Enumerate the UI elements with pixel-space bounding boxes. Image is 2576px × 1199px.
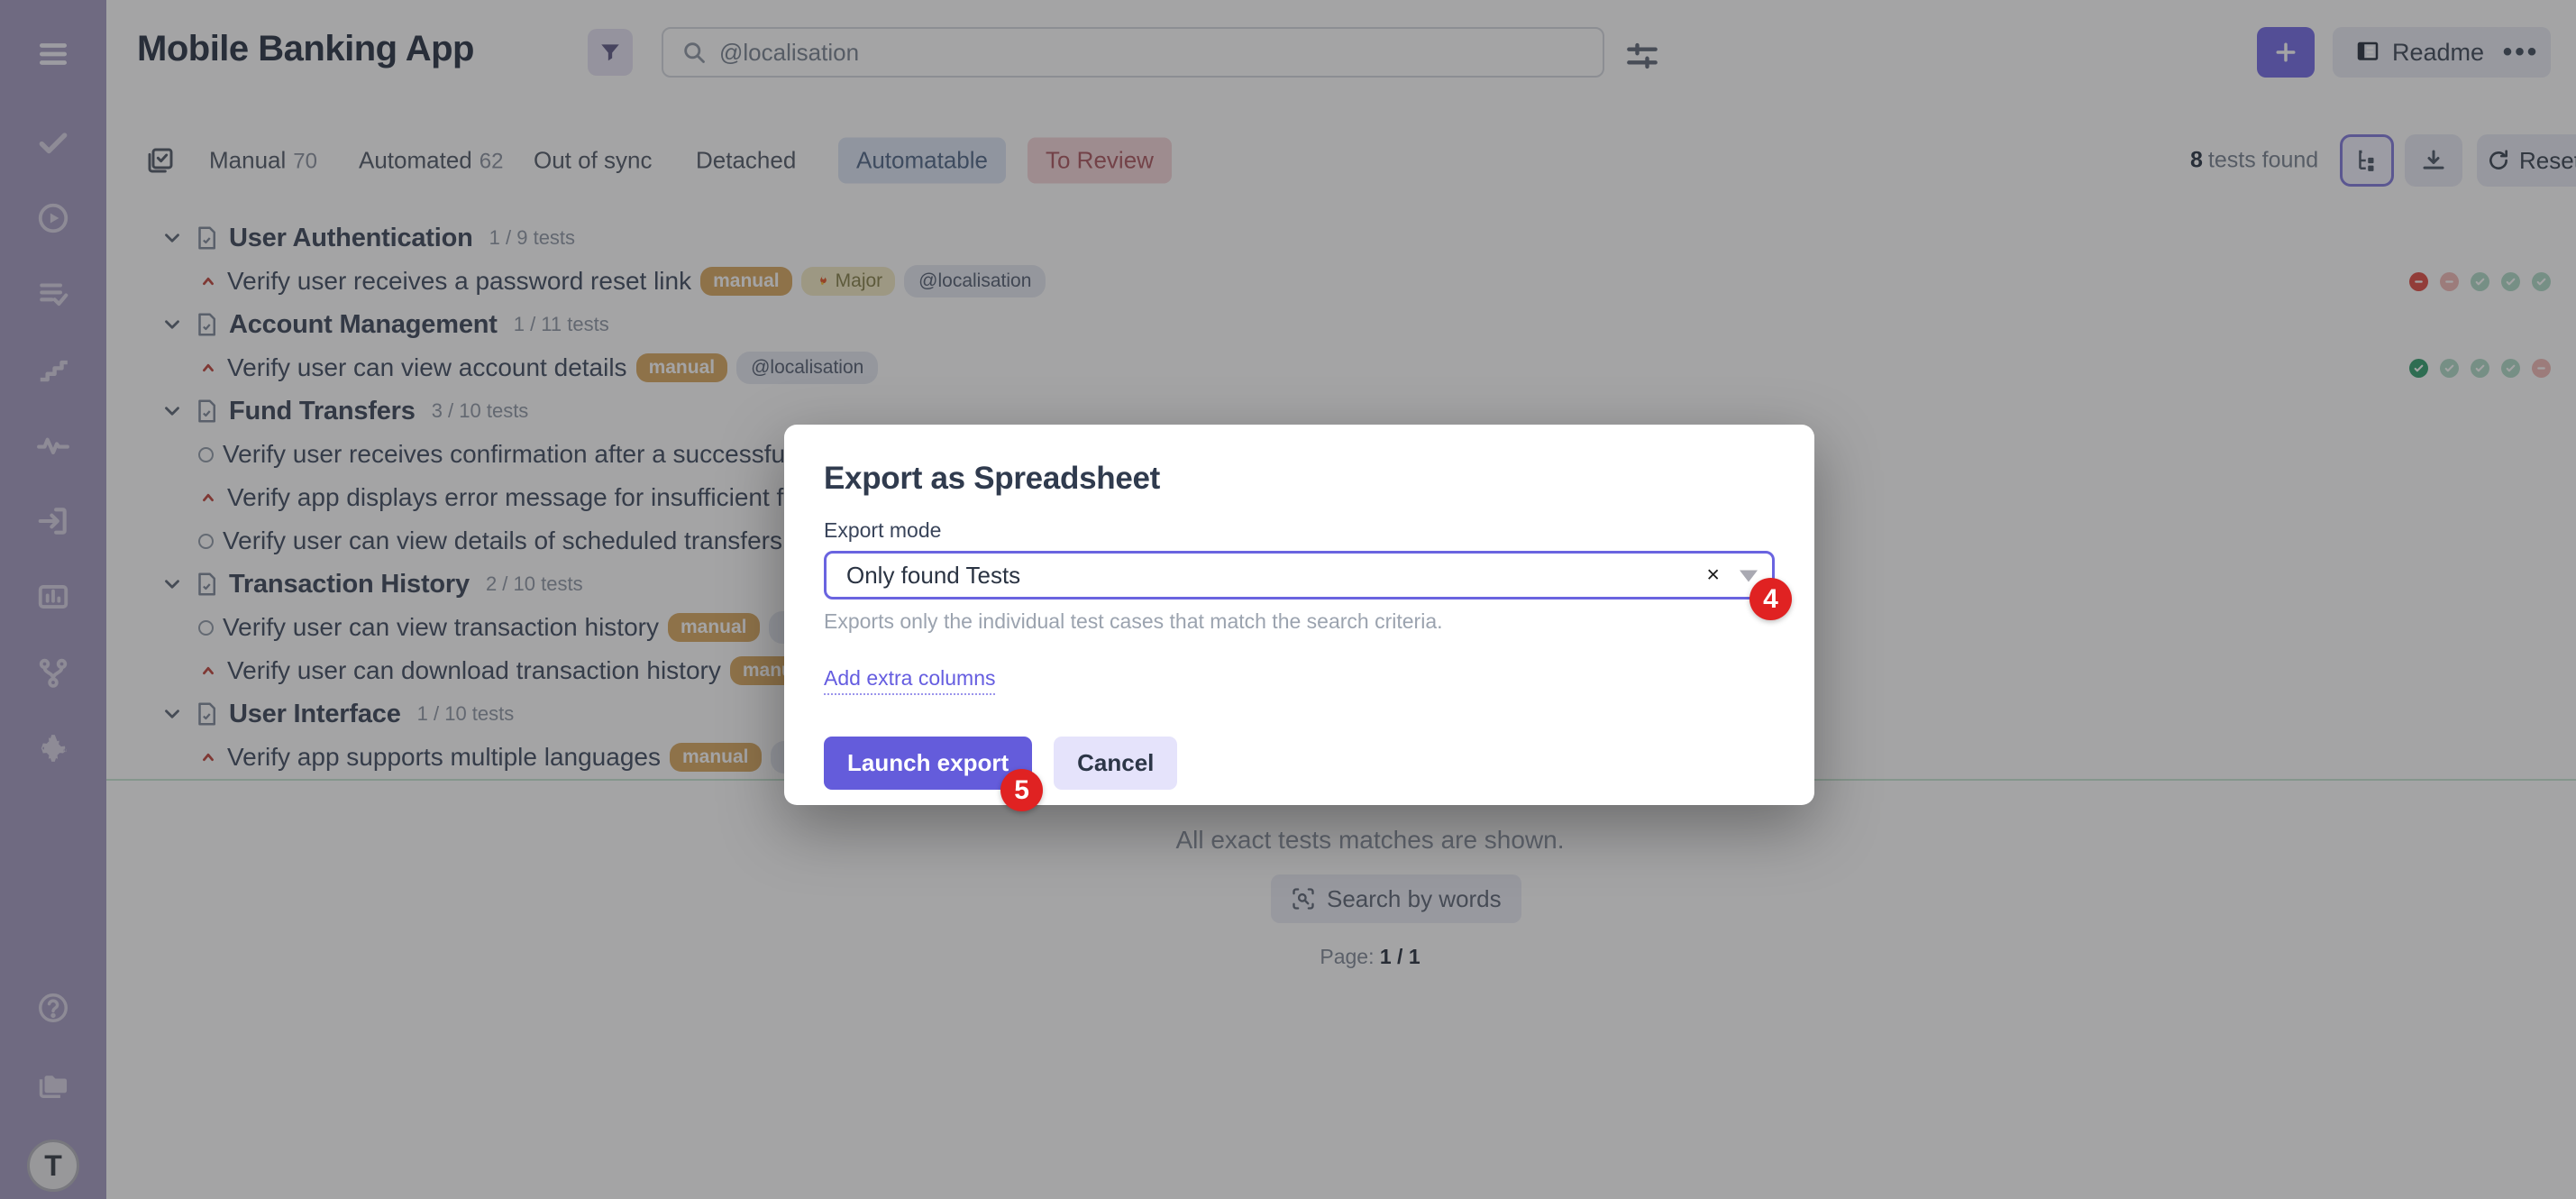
modal-actions: Launch export 5 Cancel xyxy=(824,737,1775,790)
export-mode-select[interactable]: Only found Tests × 4 xyxy=(824,551,1775,600)
launch-export-label: Launch export xyxy=(847,749,1009,776)
annotation-step-5: 5 xyxy=(1000,769,1043,811)
export-modal: Export as Spreadsheet Export mode Only f… xyxy=(784,425,1814,805)
export-mode-value: Only found Tests xyxy=(846,562,1020,590)
export-mode-label: Export mode xyxy=(824,518,1775,543)
modal-title: Export as Spreadsheet xyxy=(824,461,1775,497)
cancel-button[interactable]: Cancel xyxy=(1054,737,1177,790)
launch-export-button[interactable]: Launch export 5 xyxy=(824,737,1032,790)
select-caret-icon[interactable] xyxy=(1740,571,1758,582)
annotation-step-4: 4 xyxy=(1749,578,1792,620)
app-screen: T Mobile Banking App Readme ••• Manual70 xyxy=(0,0,2576,1199)
add-extra-columns-link[interactable]: Add extra columns xyxy=(824,666,995,695)
clear-selection-icon[interactable]: × xyxy=(1706,564,1720,587)
export-mode-helper: Exports only the individual test cases t… xyxy=(824,609,1775,634)
